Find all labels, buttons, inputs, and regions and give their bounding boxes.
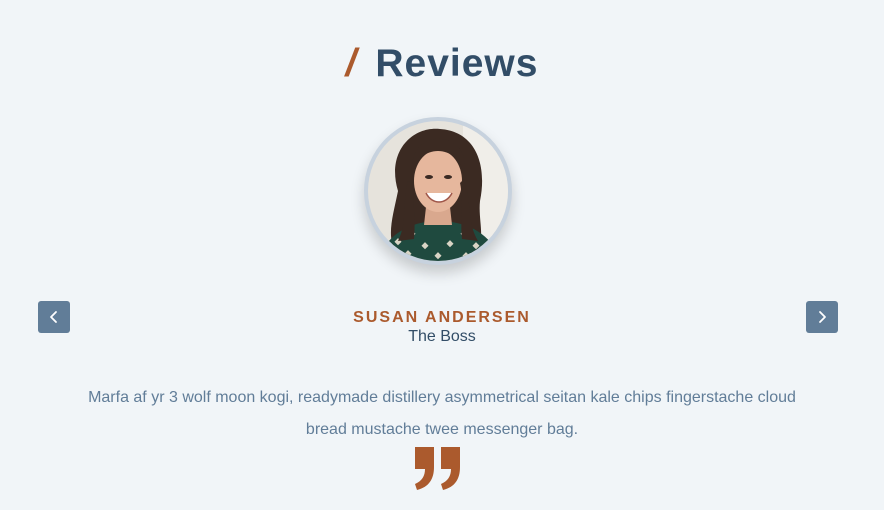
review-text: Marfa af yr 3 wolf moon kogi, readymade … [88,389,796,438]
quote-right-icon [413,447,463,491]
title-text: Reviews [375,42,539,86]
reviewer-job: The Boss [408,328,476,345]
person-photo [368,121,508,261]
prev-button[interactable] [38,301,70,333]
avatar-container [364,117,512,265]
chevron-left-icon [47,310,61,324]
next-button[interactable] [806,301,838,333]
title-slash: / [345,42,358,86]
section-title: / Reviews [0,42,884,86]
chevron-right-icon [815,310,829,324]
reviewer-name: SUSAN ANDERSEN [353,309,531,327]
avatar [368,121,508,261]
